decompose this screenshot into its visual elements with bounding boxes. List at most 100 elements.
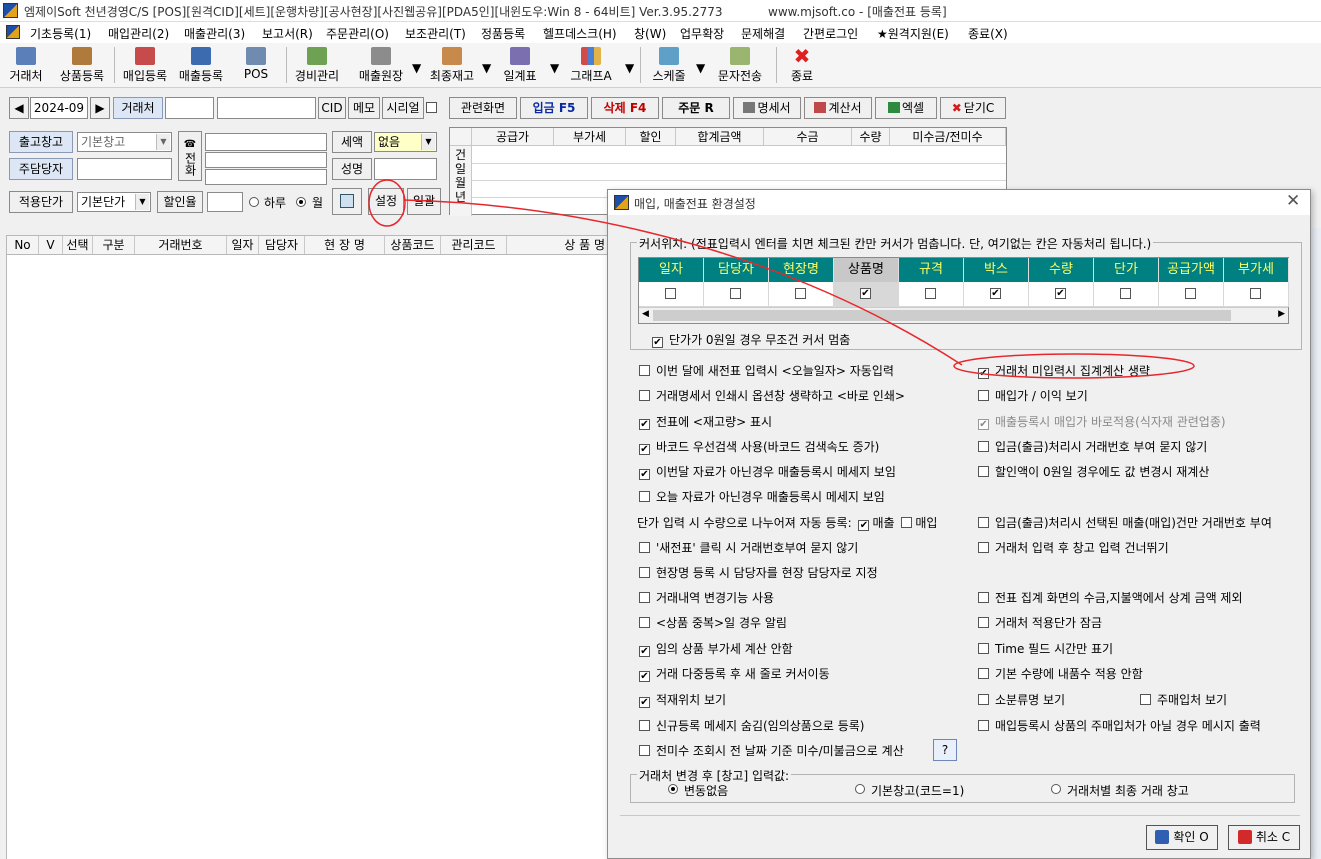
delete-button[interactable]: 삭제 F4 [591,97,659,119]
latest-stock-dropdown-icon[interactable]: ▼ [482,61,491,75]
latest-stock-button[interactable]: 최종재고 [424,45,480,85]
daily-table-dropdown-icon[interactable]: ▼ [550,61,559,75]
menu-sales[interactable]: 매출관리(3) [184,25,245,42]
sales-ledger-button[interactable]: 매출원장 [352,45,410,85]
setting-checkbox[interactable] [639,592,650,603]
col-product-code[interactable]: 상품코드 [385,236,441,254]
setting-option[interactable]: ✔ 이번달 자료가 아닌경우 매출등록시 메세지 보임 [639,463,896,480]
setting-checkbox[interactable] [978,466,989,477]
cursor-col-cell[interactable]: ✔ [834,282,899,307]
purchase-register-button[interactable]: 매입등록 [118,45,172,85]
cursor-col-cell[interactable] [899,282,964,307]
setting-option[interactable]: '새전표' 클릭 시 거래번호부여 묻지 않기 [639,539,858,556]
month-radio[interactable] [296,197,306,207]
menu-order[interactable]: 주문관리(O) [326,25,389,42]
cursor-col-checkbox[interactable]: ✔ [990,288,1001,299]
scroll-thumb[interactable] [653,310,1231,321]
setting-checkbox[interactable]: ✔ [639,646,650,657]
col-select[interactable]: 선택 [63,236,93,254]
exit-tool-button[interactable]: ✖ 종료 [784,45,820,85]
cursor-col-cell[interactable]: ✔ [1029,282,1094,307]
deposit-button[interactable]: 입금 F5 [520,97,588,119]
menu-remote-support[interactable]: ★원격지원(E) [877,25,949,42]
setting-checkbox[interactable] [639,365,650,376]
setting-option[interactable]: 입금(출금)처리시 선택된 매출(매입)건만 거래번호 부여 [978,514,1272,531]
setting-option[interactable]: 거래처 입력 후 창고 입력 건너뛰기 [978,539,1169,556]
day-radio[interactable] [249,197,259,207]
col-manage-code[interactable]: 관리코드 [441,236,507,254]
scroll-right-icon[interactable]: ▶ [1278,309,1285,319]
cursor-col-checkbox[interactable] [925,288,936,299]
refresh-button[interactable] [332,188,362,215]
cursor-col-cell[interactable] [1159,282,1224,307]
setting-checkbox[interactable] [978,441,989,452]
cursor-col-cell[interactable]: ✔ [964,282,1029,307]
memo-button[interactable]: 메모 [348,97,380,119]
discount-label[interactable]: 할인율 [157,191,203,213]
setting-option[interactable]: 이번 달에 새전표 입력시 <오늘일자> 자동입력 [639,362,894,379]
cursor-col-checkbox[interactable] [730,288,741,299]
menu-troubleshoot[interactable]: 문제해결 [741,25,785,42]
phone-input-1[interactable] [205,133,327,151]
cancel-button[interactable]: 취소 C [1228,825,1300,850]
setting-checkbox[interactable] [978,617,989,628]
cursor-col-checkbox[interactable] [665,288,676,299]
setting-checkbox[interactable]: ✔ [639,469,650,480]
setting-checkbox[interactable] [978,592,989,603]
setting-checkbox[interactable] [978,668,989,679]
prev-month-button[interactable]: ◀ [9,97,29,119]
cursor-col-cell[interactable] [639,282,704,307]
col-product-name[interactable]: 상 품 명 [507,236,611,254]
tax-select[interactable]: 없음 ▼ [374,132,437,152]
setting-option[interactable]: <상품 중복>일 경우 알림 [639,614,787,631]
setting-option[interactable]: 매입가 / 이익 보기 [978,387,1088,404]
name-input[interactable] [374,158,437,180]
setting-option[interactable]: 거래처 적용단가 잠금 [978,614,1102,631]
menu-extend[interactable]: 업무확장 [680,25,724,42]
phone-input-3[interactable] [205,169,327,185]
excel-button[interactable]: 엑셀 [875,97,937,119]
related-screen-button[interactable]: 관련화면 [449,97,517,119]
warehouse-radio-default[interactable] [855,784,865,794]
graph-dropdown-icon[interactable]: ▼ [625,61,634,75]
scroll-left-icon[interactable]: ◀ [642,309,649,319]
month-field[interactable]: 2024-09 [30,97,88,119]
setting-checkbox[interactable]: ✔ [978,419,989,430]
product-register-button[interactable]: 상품등록 [54,45,110,85]
serial-checkbox[interactable] [426,102,437,113]
col-v[interactable]: V [39,236,63,254]
close-button[interactable]: ✖ 닫기C [940,97,1006,119]
cursor-col-checkbox[interactable] [1250,288,1261,299]
discount-input[interactable] [207,192,243,212]
phone-button[interactable]: ☎ 전화 [178,131,202,181]
menu-easy-login[interactable]: 간편로그인 [803,25,858,42]
order-button[interactable]: 주문 R [662,97,730,119]
menu-report[interactable]: 보고서(R) [262,25,313,42]
setting-checkbox[interactable] [639,720,650,731]
setting-option[interactable]: ✔ 거래처 미입력시 집계계산 생략 [978,362,1150,379]
setting-option[interactable]: 입금(출금)처리시 거래번호 부여 묻지 않기 [978,438,1207,455]
zero-price-stop-option[interactable]: ✔ 단가가 0원일 경우 무조건 커서 멈춤 [652,331,850,348]
setting-checkbox[interactable]: ✔ [978,368,989,379]
col-type[interactable]: 구분 [93,236,135,254]
col-trade-no[interactable]: 거래번호 [135,236,227,254]
batch-button[interactable]: 일괄 [407,188,441,215]
setting-option[interactable]: 거래내역 변경기능 사용 [639,589,774,606]
setting-checkbox[interactable]: ✔ [639,444,650,455]
cursor-col-cell[interactable] [1094,282,1159,307]
cursor-col-checkbox[interactable]: ✔ [1055,288,1066,299]
col-date[interactable]: 일자 [227,236,259,254]
price-label[interactable]: 적용단가 [9,191,73,213]
warehouse-radio-last[interactable] [1051,784,1061,794]
schedule-button[interactable]: 스케줄 [646,45,692,85]
setting-checkbox[interactable] [978,643,989,654]
cursor-col-cell[interactable] [704,282,769,307]
zero-price-stop-checkbox[interactable]: ✔ [652,337,663,348]
cursor-col-cell[interactable] [1224,282,1289,307]
setting-checkbox[interactable] [978,694,989,705]
menu-app-icon[interactable] [6,25,20,39]
menu-purchase[interactable]: 매입관리(2) [108,25,169,42]
name-label[interactable]: 성명 [332,158,372,180]
setting-option[interactable]: 현장명 등록 시 담당자를 현장 담당자로 지정 [639,564,878,581]
setting-option[interactable]: 할인액이 0원일 경우에도 값 변경시 재계산 [978,463,1209,480]
